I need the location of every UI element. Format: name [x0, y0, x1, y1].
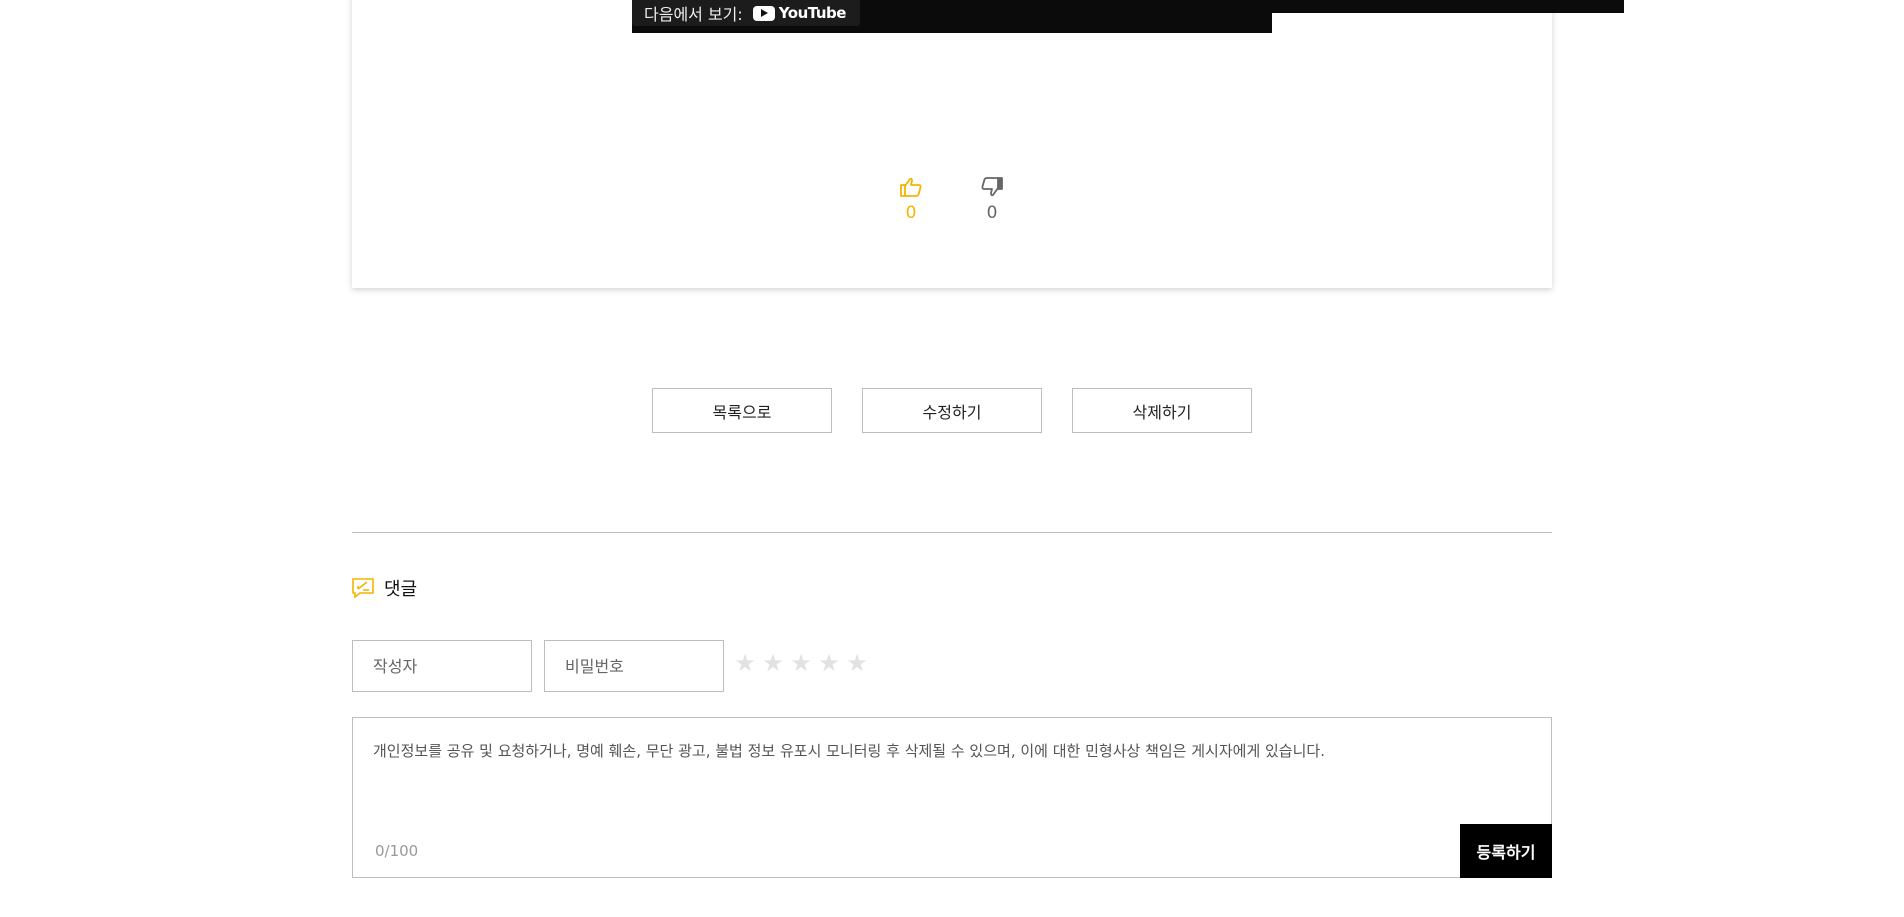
star-icon[interactable]: ★	[734, 651, 756, 675]
video-embed-frame[interactable]: 다음에서 보기: YouTube	[632, 0, 1272, 33]
delete-button[interactable]: 삭제하기	[1072, 388, 1252, 433]
section-divider	[352, 532, 1552, 533]
comments-title: 댓글	[384, 579, 418, 600]
author-input[interactable]	[373, 656, 511, 676]
post-card	[352, 0, 1624, 288]
watch-on-label: 다음에서 보기:	[644, 5, 743, 24]
youtube-logo-text: YouTube	[778, 4, 847, 22]
author-field[interactable]	[352, 640, 532, 692]
star-icon[interactable]: ★	[818, 651, 840, 675]
like-count: 0	[905, 203, 917, 223]
rating-stars[interactable]: ★ ★ ★ ★ ★	[734, 651, 868, 675]
watch-on-youtube-button[interactable]: 다음에서 보기: YouTube	[632, 0, 860, 26]
dislike-button[interactable]: 0	[977, 177, 1007, 223]
char-counter: 0/100	[375, 842, 419, 860]
list-button[interactable]: 목록으로	[652, 388, 832, 433]
submit-comment-button[interactable]: 등록하기	[1460, 824, 1552, 878]
thumbs-down-icon	[981, 177, 1003, 197]
thumbs-up-icon	[900, 177, 922, 197]
like-button[interactable]: 0	[896, 177, 926, 223]
star-icon[interactable]: ★	[790, 651, 812, 675]
edit-button[interactable]: 수정하기	[862, 388, 1042, 433]
comment-textarea[interactable]	[373, 740, 1513, 810]
comments-header: 댓글	[352, 575, 417, 601]
dislike-count: 0	[986, 203, 998, 223]
comment-box: 0/100 등록하기	[352, 717, 1552, 878]
password-input[interactable]	[565, 656, 703, 676]
comment-edit-icon	[352, 578, 374, 598]
youtube-play-icon	[752, 5, 775, 21]
password-field[interactable]	[544, 640, 724, 692]
star-icon[interactable]: ★	[846, 651, 868, 675]
youtube-logo: YouTube	[752, 4, 847, 22]
star-icon[interactable]: ★	[762, 651, 784, 675]
